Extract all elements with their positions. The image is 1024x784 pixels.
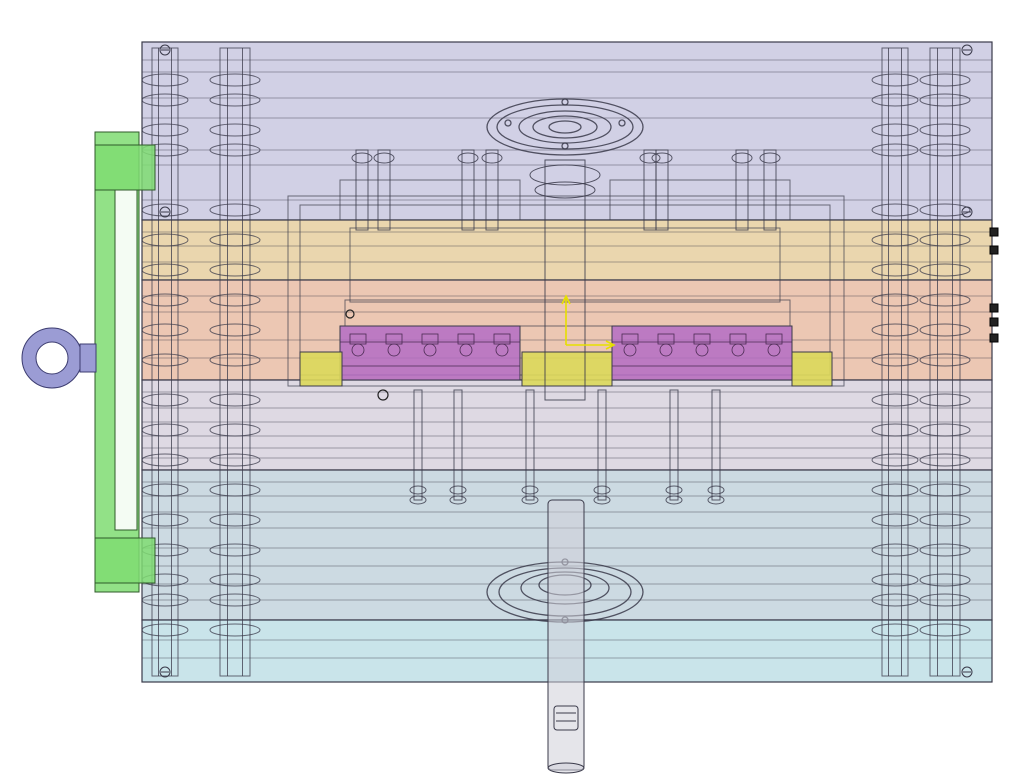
cooling-fitting <box>989 333 999 343</box>
latch-clamp-top[interactable] <box>94 144 156 191</box>
slide-block-center[interactable] <box>521 351 613 387</box>
cad-viewport[interactable] <box>0 0 1024 784</box>
cavity-plate-upper[interactable] <box>141 219 993 281</box>
slide-block-right[interactable] <box>791 351 833 387</box>
eye-bolt-icon[interactable] <box>21 327 97 389</box>
slide-block-left[interactable] <box>299 351 343 387</box>
latch-clamp-bottom[interactable] <box>94 537 156 584</box>
cooling-fitting <box>989 317 999 327</box>
core-plate[interactable] <box>141 379 993 471</box>
top-clamp-plate[interactable] <box>141 41 993 221</box>
latch-bar-slot <box>114 189 138 531</box>
cooling-fitting <box>989 245 999 255</box>
mold-assembly-drawing <box>21 41 999 774</box>
cooling-fitting <box>989 303 999 313</box>
knockout-rod[interactable] <box>547 499 585 774</box>
cooling-fitting <box>989 227 999 237</box>
